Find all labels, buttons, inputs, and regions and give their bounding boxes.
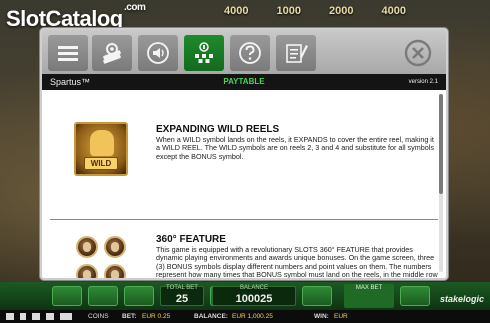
settings-small-icon[interactable] <box>6 313 14 320</box>
fullscreen-small-icon[interactable] <box>46 313 54 320</box>
tab-menu[interactable] <box>48 35 88 71</box>
tab-help[interactable] <box>230 35 270 71</box>
bet-key: BET: <box>122 313 137 320</box>
panel-button[interactable] <box>302 286 332 306</box>
paytable-content[interactable]: WILD EXPANDING WILD REELS When a WILD sy… <box>42 90 446 278</box>
bonus-symbol-icon <box>104 264 126 278</box>
section-divider <box>50 219 438 220</box>
coins-label[interactable]: COINS <box>88 310 109 323</box>
win-value: EUR <box>334 313 348 320</box>
bonus-symbol-icon <box>76 236 98 258</box>
score-value: 2000 <box>329 5 354 17</box>
wild-symbol-label: WILD <box>83 157 119 170</box>
logo-suffix: .com <box>124 2 146 13</box>
sound-icon <box>147 42 169 64</box>
help-icon <box>239 42 261 64</box>
dialog-header: Spartus™ PAYTABLE version 2.1 <box>42 74 446 90</box>
balance-key: BALANCE: <box>194 313 228 320</box>
bonus-symbol-icon <box>104 236 126 258</box>
total-bet-value: 25 <box>175 293 189 305</box>
wild-symbol-image: WILD <box>74 122 128 176</box>
total-bet-label: TOTAL BET <box>166 285 198 291</box>
max-bet-label: MAX BET <box>355 285 383 291</box>
max-bet-button[interactable]: MAX BET <box>344 284 394 308</box>
section-text: This game is equipped with a revolutiona… <box>156 245 438 278</box>
info-small-icon[interactable] <box>20 313 26 320</box>
menu-icon <box>58 46 78 61</box>
dialog-toolbar <box>42 30 446 74</box>
section-title: EXPANDING WILD REELS <box>156 124 280 135</box>
bonus-symbols-group <box>74 236 130 278</box>
page-title: PAYTABLE <box>223 77 265 86</box>
game-control-panel: TOTAL BET 25 BALANCE 100025 MAX BET stak… <box>0 282 490 310</box>
panel-button[interactable] <box>52 286 82 306</box>
tab-paytable[interactable] <box>184 35 224 71</box>
top-score-strip: 4000 1000 2000 4000 <box>210 2 420 20</box>
close-icon <box>404 39 432 67</box>
paytable-dialog: Spartus™ PAYTABLE version 2.1 WILD EXPAN… <box>40 28 448 280</box>
total-bet-display: TOTAL BET 25 <box>160 285 204 306</box>
panel-button[interactable] <box>124 286 154 306</box>
score-value: 4000 <box>381 5 406 17</box>
status-bar: COINS BET: EUR 0.25 BALANCE: EUR 1,000.2… <box>0 310 490 323</box>
section-title: 360° FEATURE <box>156 234 226 245</box>
section-text: When a WILD symbol lands on the reels, i… <box>156 135 434 161</box>
settings-stack-icon <box>103 43 121 64</box>
tab-sound[interactable] <box>138 35 178 71</box>
tab-settings[interactable] <box>92 35 132 71</box>
bet-value: EUR 0.25 <box>142 313 171 320</box>
balance-display: BALANCE 100025 <box>212 285 296 306</box>
tab-history[interactable] <box>276 35 316 71</box>
version-label: version 2.1 <box>408 79 438 85</box>
score-value: 1000 <box>276 5 301 17</box>
history-icon <box>286 44 308 63</box>
scrollbar-thumb[interactable] <box>439 94 443 194</box>
bonus-symbol-icon <box>76 264 98 278</box>
panel-button[interactable] <box>88 286 118 306</box>
close-button[interactable] <box>398 35 438 71</box>
provider-logo: stakelogic <box>439 294 484 304</box>
balance-value-status: EUR 1,000.25 <box>232 313 273 320</box>
win-key: WIN: <box>314 313 329 320</box>
paytable-icon <box>195 42 213 63</box>
panel-button[interactable] <box>400 286 430 306</box>
sound-small-icon[interactable] <box>32 313 40 320</box>
score-value: 4000 <box>224 5 249 17</box>
balance-value: 100025 <box>235 293 273 305</box>
balance-label: BALANCE <box>239 285 268 291</box>
coins-small-icon <box>60 313 72 320</box>
content-scrollbar[interactable] <box>439 94 443 272</box>
